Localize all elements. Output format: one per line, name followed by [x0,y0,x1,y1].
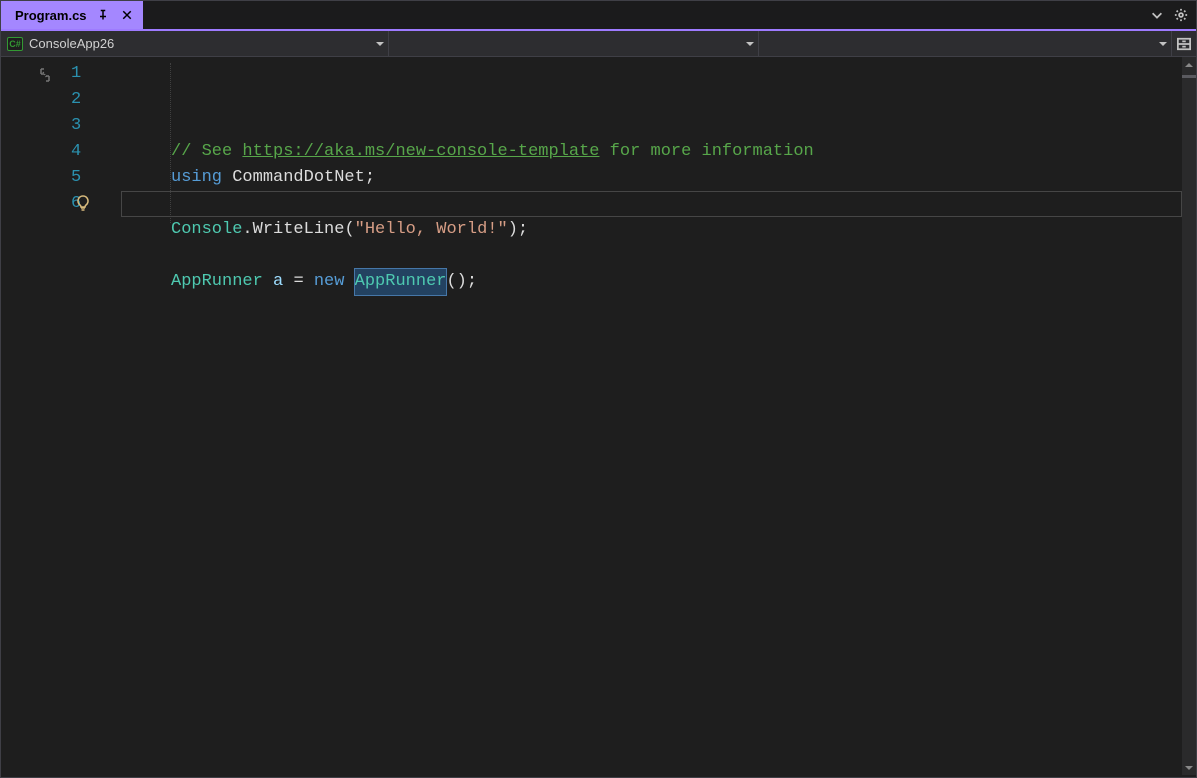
line-number: 5 [71,165,121,191]
code-token [344,272,354,291]
caret-position-marker [1182,75,1196,78]
collapse-block-icon[interactable] [37,67,53,93]
code-editor[interactable]: 123456 // See https://aka.ms/new-console… [1,57,1196,775]
symbol-highlight: AppRunner [355,269,447,295]
code-line[interactable] [121,243,1196,269]
code-token: WriteLine [253,220,345,239]
split-editor-icon[interactable] [1172,31,1196,56]
tab-program-cs[interactable]: Program.cs [1,1,143,29]
code-token: . [242,220,252,239]
chevron-down-icon [1159,42,1167,50]
code-token: ); [508,220,528,239]
line-number: 1 [71,61,121,87]
scope-dropdown[interactable]: C# ConsoleApp26 [1,31,389,56]
lightbulb-icon[interactable] [75,195,91,221]
code-token: for more information [599,142,813,161]
line-number: 2 [71,87,121,113]
code-area[interactable]: // See https://aka.ms/new-console-templa… [121,57,1196,775]
line-number: 3 [71,113,121,139]
code-token [304,272,314,291]
chevron-down-icon [376,42,384,50]
breakpoint-margin[interactable] [1,57,71,775]
navigation-bar: C# ConsoleApp26 [1,31,1196,57]
code-line[interactable]: // See https://aka.ms/new-console-templa… [121,139,1196,165]
code-token: See [202,142,243,161]
code-token: "Hello, World!" [355,220,508,239]
code-line[interactable]: using CommandDotNet; [121,165,1196,191]
indent-guide [170,63,171,223]
code-token: Console [171,220,242,239]
scroll-up-arrow-icon[interactable] [1182,57,1196,71]
vertical-scrollbar[interactable] [1182,57,1196,775]
code-token [222,168,232,187]
code-token: https://aka.ms/new-console-template [242,142,599,161]
code-line[interactable]: Console.WriteLine("Hello, World!"); [121,217,1196,243]
scope-name: ConsoleApp26 [29,36,114,51]
code-token: CommandDotNet [232,168,365,187]
scroll-down-arrow-icon[interactable] [1182,761,1196,775]
code-token: a [273,272,283,291]
pin-tab-icon[interactable] [95,7,111,23]
code-token: // [171,142,202,161]
code-token [263,272,273,291]
code-token: = [293,272,303,291]
line-number-gutter: 123456 [71,57,121,775]
code-line[interactable] [121,191,1196,217]
csharp-icon: C# [7,37,23,51]
code-token [283,272,293,291]
code-token: ( [344,220,354,239]
line-number: 4 [71,139,121,165]
member-dropdown[interactable] [759,31,1172,56]
code-line[interactable]: AppRunner a = new AppRunner(); [121,269,1196,295]
tab-filename: Program.cs [15,8,87,23]
active-files-dropdown-icon[interactable] [1148,6,1166,24]
code-token: new [314,272,345,291]
type-dropdown[interactable] [389,31,759,56]
settings-gear-icon[interactable] [1172,6,1190,24]
code-token: (); [446,272,477,291]
code-token: ; [365,168,375,187]
code-token: AppRunner [171,272,263,291]
close-tab-icon[interactable] [119,7,135,23]
chevron-down-icon [746,42,754,50]
code-token: using [171,168,222,187]
tab-strip: Program.cs [1,1,1196,31]
